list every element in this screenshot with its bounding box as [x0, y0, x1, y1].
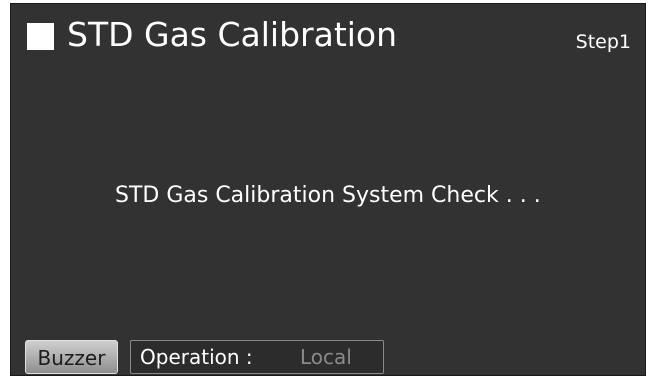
page-title: STD Gas Calibration [67, 15, 398, 54]
calibration-screen: STD Gas Calibration Step1 STD Gas Calibr… [10, 3, 646, 376]
header-square-icon [27, 23, 54, 50]
step-indicator: Step1 [575, 31, 631, 53]
operation-label: Operation : [140, 345, 253, 369]
status-message: STD Gas Calibration System Check . . . [115, 183, 541, 208]
buzzer-button[interactable]: Buzzer [25, 340, 118, 374]
operation-mode-display: Operation : Local [130, 340, 384, 374]
operation-value: Local [300, 345, 352, 369]
